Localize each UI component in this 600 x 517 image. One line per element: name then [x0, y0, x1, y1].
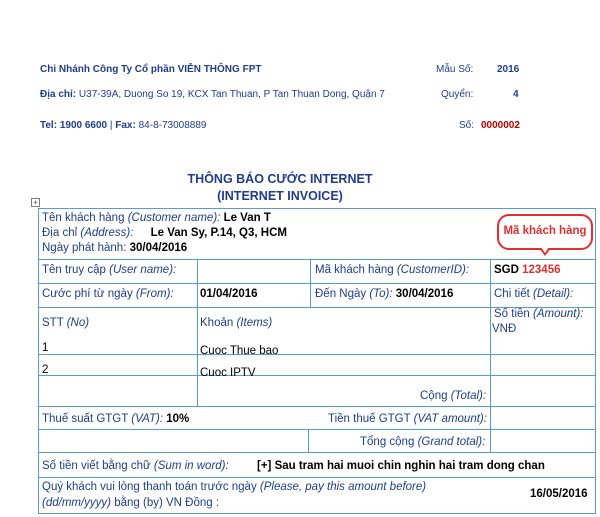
payment-note-line2: (dd/mm/yyyy) bằng (by) VN Đồng :: [42, 497, 220, 509]
customer-id-value: SGD 123456: [494, 264, 561, 276]
company-name: Chi Nhánh Công Ty Cổ phần VIỄN THÔNG FPT: [40, 64, 262, 75]
due-date-value: 16/05/2016: [530, 488, 588, 500]
col-item-header: Khoản (Items): [200, 317, 273, 329]
payment-note-line1: Quý khách vui lòng thanh toán trước ngày…: [42, 481, 427, 493]
col-amount-unit: VNĐ: [492, 323, 517, 335]
fax-label: Fax:: [115, 120, 136, 131]
sum-in-words-label: Số tiền viết bằng chữ (Sum in word):: [42, 460, 229, 472]
issue-date-row: Ngày phát hành: 30/04/2016: [42, 242, 188, 254]
customer-name-value: Le Van T: [223, 212, 271, 224]
table-row-no: 1: [42, 342, 49, 354]
invoice-number: 0000002: [481, 120, 520, 131]
customer-id-callout: Mã khách hàng: [497, 214, 593, 256]
table-row-no: 2: [42, 364, 49, 376]
customer-id-label: Mã khách hàng (CustomerID):: [315, 264, 470, 276]
invoice-subtitle: (INTERNET INVOICE): [217, 189, 343, 203]
table-move-handle-icon[interactable]: +: [31, 198, 40, 207]
vat-rate-label: Thuế suất GTGT (VAT): 10%: [42, 413, 190, 425]
col-amount-header: Số tiền (Amount):: [494, 308, 584, 320]
username-label: Tên truy cập (User name):: [42, 264, 177, 276]
phone-label: Tel: 1900 6600: [40, 120, 108, 131]
col-no-header: STT (No): [42, 317, 90, 329]
to-date-value: 30/04/2016: [395, 288, 454, 300]
vat-rate-value: 10%: [166, 413, 190, 425]
sum-in-words-value: [+] Sau tram hai muoi chin nghin hai tra…: [257, 460, 545, 472]
issue-date-value: 30/04/2016: [129, 242, 188, 254]
address-value: U37-39A, Duong So 19, KCX Tan Thuan, P T…: [78, 89, 385, 100]
table-row-item: Cuoc Thue bao: [200, 345, 279, 357]
book-label: Quyển:: [441, 89, 474, 100]
form-label: Mẫu Số:: [436, 64, 474, 75]
customer-address-value: Le Van Sy, P.14, Q3, HCM: [150, 227, 287, 239]
detail-label: Chi tiết (Detail):: [494, 288, 574, 300]
vat-amount-label: Tiền thuế GTGT (VAT amount):: [328, 413, 487, 425]
fax-separator: |: [109, 120, 113, 131]
to-date-label: Đến Ngày (To): 30/04/2016: [315, 288, 454, 300]
book-value: 4: [513, 89, 519, 100]
address-label: Địa chỉ:: [40, 89, 77, 100]
table-row-item: Cuoc IPTV: [200, 367, 256, 379]
customer-name-row: Tên khách hàng (Customer name): Le Van T: [42, 212, 271, 224]
from-date-label: Cước phí từ ngày (From):: [42, 288, 174, 300]
grand-total-label: Tổng cộng (Grand total):: [360, 436, 486, 448]
number-label: Số:: [459, 120, 475, 131]
fax-value: 84-8-73008889: [138, 120, 207, 131]
subtotal-label: Cộng (Total):: [420, 390, 487, 402]
customer-address-row: Địa chỉ (Address): Le Van Sy, P.14, Q3, …: [42, 227, 287, 239]
company-contact: Tel: 1900 6600 | Fax: 84-8-73008889: [40, 120, 206, 131]
from-date-value: 01/04/2016: [200, 288, 258, 300]
invoice-title: THÔNG BÁO CƯỚC INTERNET: [187, 172, 373, 186]
company-address: Địa chỉ: U37-39A, Duong So 19, KCX Tan T…: [40, 89, 385, 100]
form-value: 2016: [497, 64, 520, 75]
